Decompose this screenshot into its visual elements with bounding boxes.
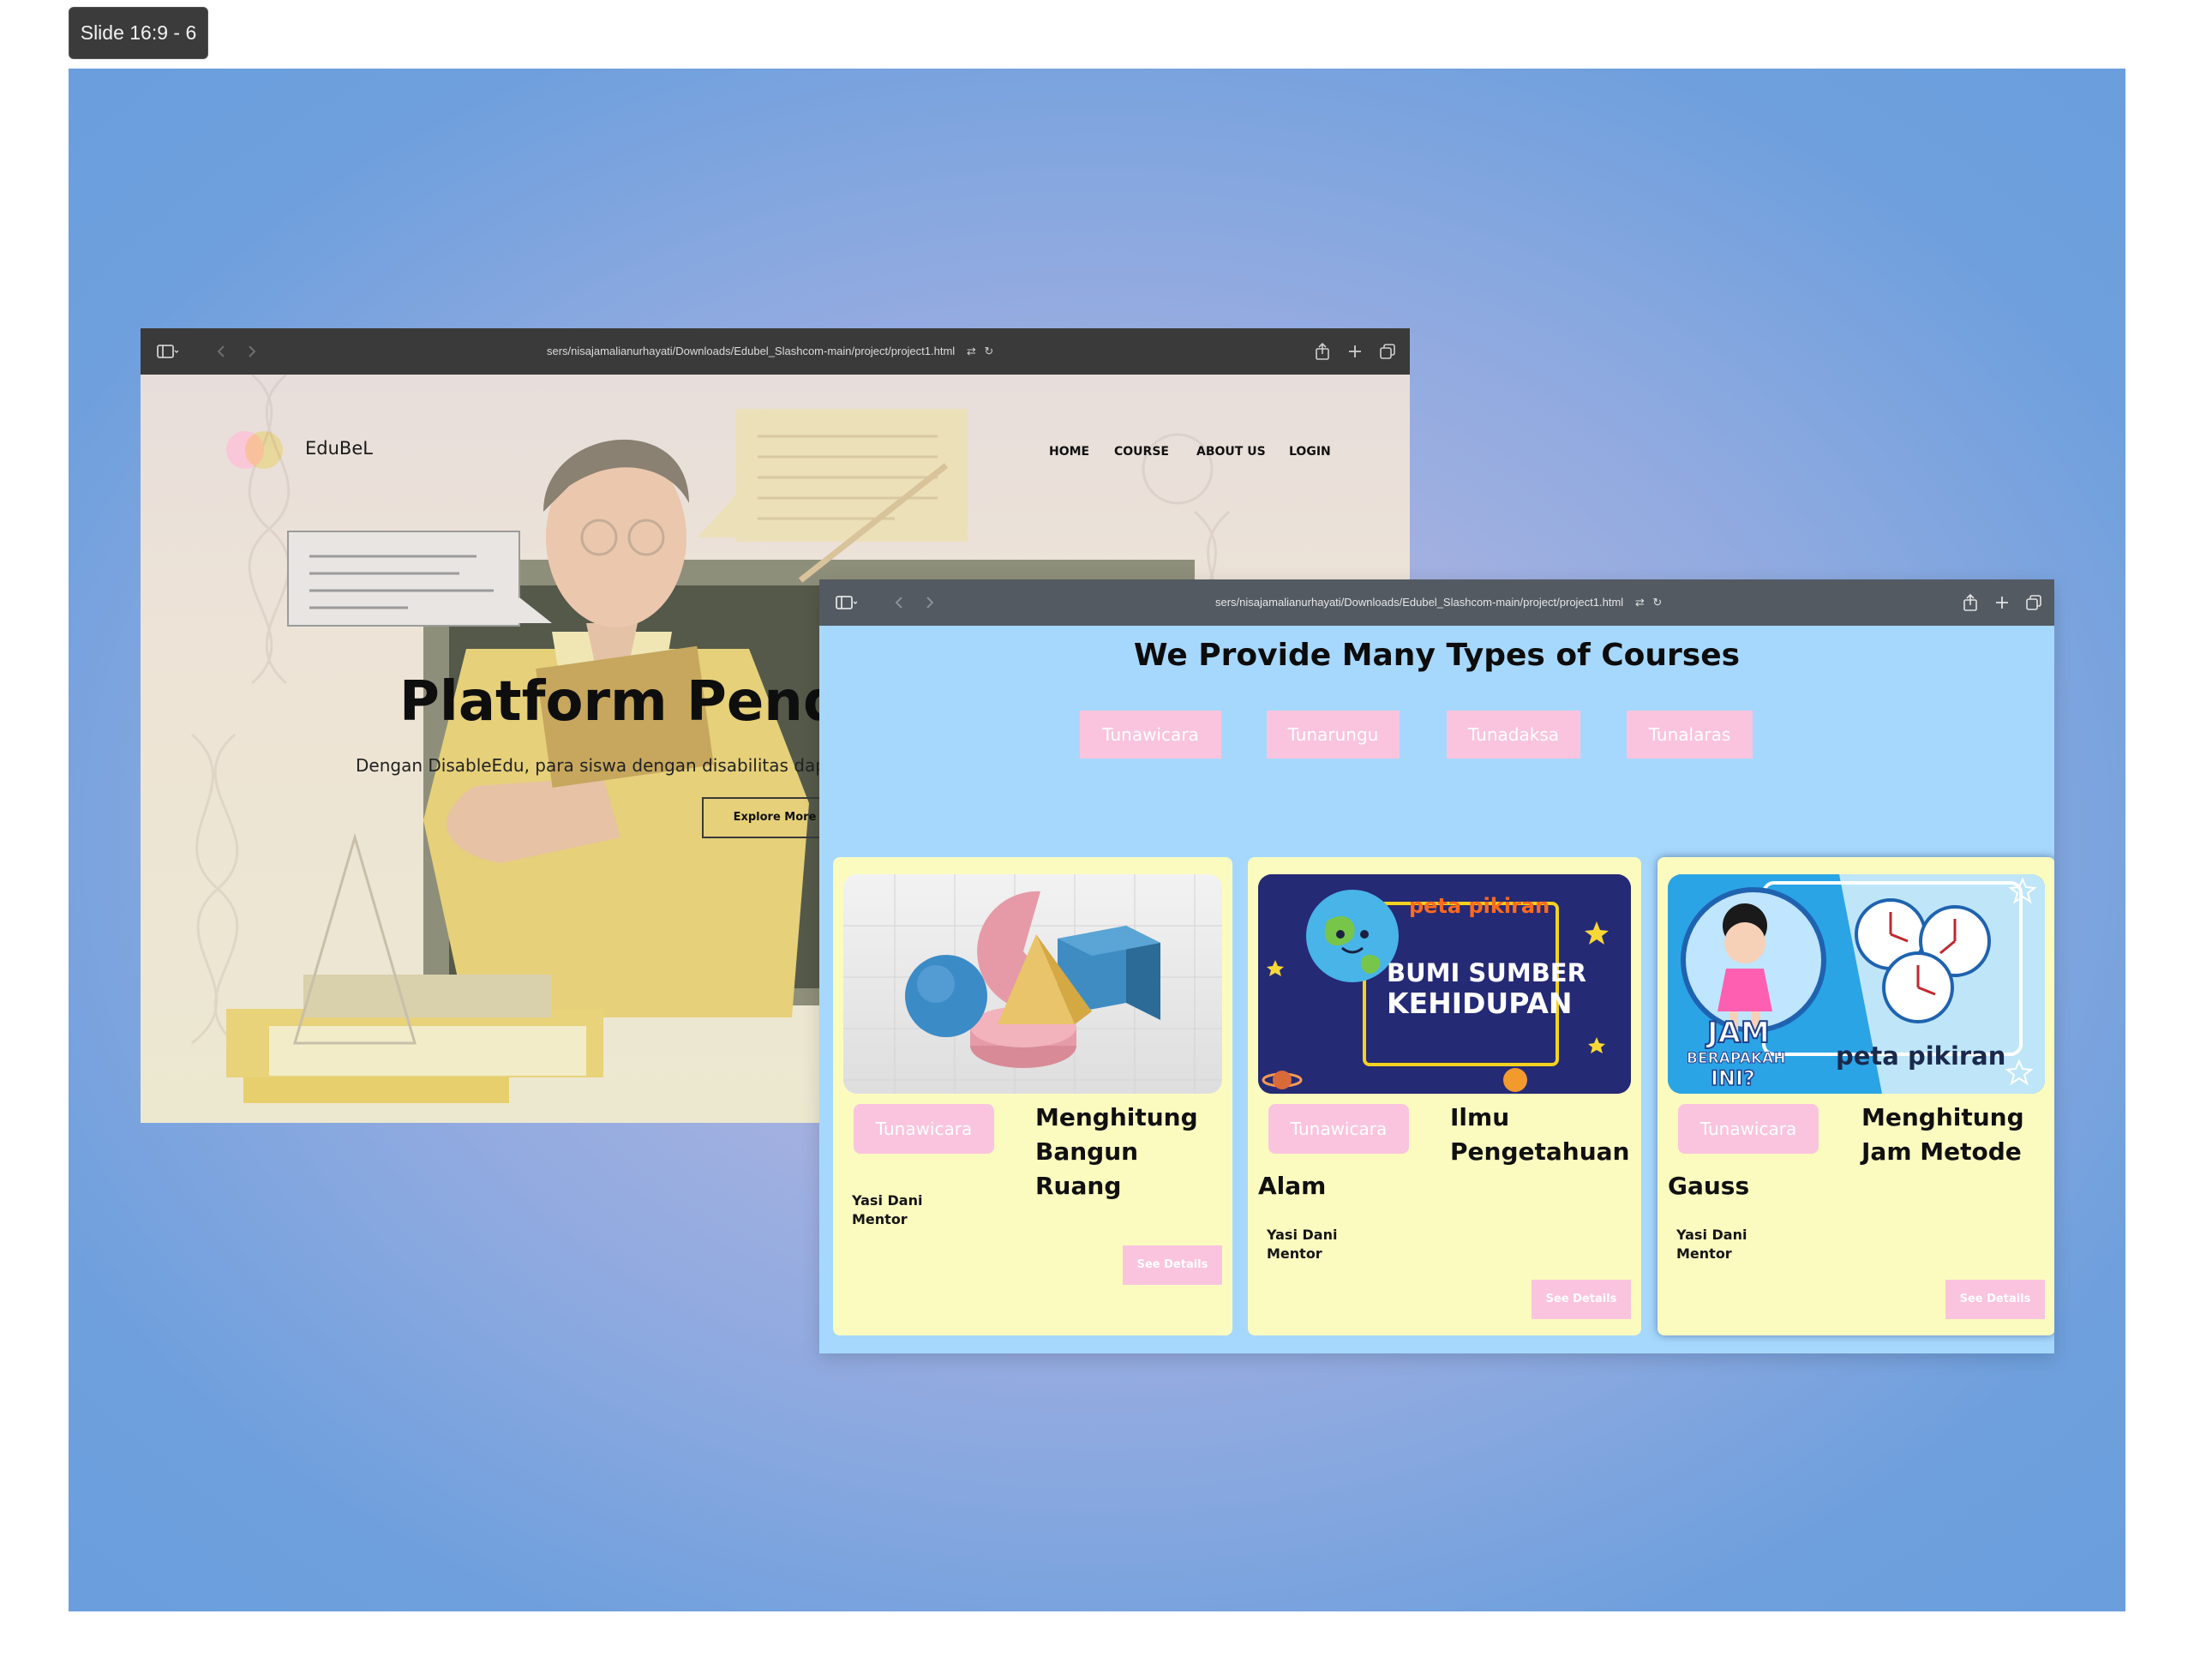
course-title-line: Jam Metode bbox=[1861, 1137, 2022, 1166]
reload-icon[interactable]: ↻ bbox=[1652, 596, 1662, 609]
hero-subtitle: Dengan DisableEdu, para siswa dengan dis… bbox=[356, 755, 844, 776]
mentor-role: Mentor bbox=[1267, 1245, 1322, 1262]
course-title-line: Ilmu bbox=[1450, 1103, 1510, 1131]
thumb-brand: peta pikiran bbox=[1409, 894, 1550, 918]
mentor-role: Mentor bbox=[1676, 1245, 1732, 1262]
sidebar-toggle-icon[interactable] bbox=[156, 340, 178, 363]
course-thumbnail-earth: peta pikiran BUMI SUMBER KEHIDUPAN bbox=[1258, 874, 1631, 1094]
browser-toolbar: sers/nisajamalianurhayati/Downloads/Edub… bbox=[819, 579, 2054, 626]
thumb-heading-1: JAM bbox=[1705, 1016, 1770, 1050]
category-tab-tunadaksa[interactable]: Tunadaksa bbox=[1447, 711, 1580, 759]
share-icon[interactable] bbox=[1311, 340, 1334, 363]
thumb-heading-3: INI? bbox=[1711, 1066, 1755, 1090]
browser-toolbar: sers/nisajamalianurhayati/Downloads/Edub… bbox=[141, 328, 1410, 375]
category-tab-tunarungu[interactable]: Tunarungu bbox=[1267, 711, 1400, 759]
course-title-line: Gauss bbox=[1668, 1172, 1750, 1200]
course-title: Menghitung Jam Metode bbox=[1861, 1101, 2024, 1169]
share-icon[interactable] bbox=[1959, 591, 1981, 614]
new-tab-icon[interactable] bbox=[1991, 591, 2013, 614]
mentor-info: Yasi Dani Mentor bbox=[1676, 1226, 1747, 1263]
new-tab-icon[interactable] bbox=[1344, 340, 1366, 363]
course-card[interactable]: peta pikiran BUMI SUMBER KEHIDUPAN Tunaw… bbox=[1248, 857, 1641, 1335]
nav-course[interactable]: COURSE bbox=[1114, 445, 1169, 459]
browser-window-front: sers/nisajamalianurhayati/Downloads/Edub… bbox=[819, 579, 2054, 1353]
see-details-button[interactable]: See Details bbox=[1123, 1245, 1222, 1285]
course-title: Ilmu Pengetahuan bbox=[1450, 1101, 1629, 1169]
mentor-name: Yasi Dani bbox=[1267, 1227, 1338, 1243]
mentor-info: Yasi Dani Mentor bbox=[1267, 1226, 1337, 1263]
thumb-heading-2: BERAPAKAH bbox=[1687, 1050, 1785, 1067]
address-bar[interactable]: sers/nisajamalianurhayati/Downloads/Edub… bbox=[518, 338, 1049, 365]
reload-icon[interactable]: ↻ bbox=[984, 345, 993, 357]
tab-overview-icon[interactable] bbox=[1376, 340, 1399, 363]
course-title-line: Pengetahuan bbox=[1450, 1137, 1630, 1166]
address-bar-url: sers/nisajamalianurhayati/Downloads/Edub… bbox=[547, 345, 956, 357]
mentor-name: Yasi Dani bbox=[852, 1192, 923, 1209]
address-bar[interactable]: sers/nisajamalianurhayati/Downloads/Edub… bbox=[1186, 589, 1683, 616]
nav-login[interactable]: LOGIN bbox=[1289, 445, 1331, 459]
logo-circle-yellow bbox=[245, 431, 283, 469]
forward-arrow-icon[interactable] bbox=[919, 591, 941, 614]
back-arrow-icon[interactable] bbox=[210, 340, 232, 363]
slide-label[interactable]: Slide 16:9 - 6 bbox=[69, 7, 208, 59]
course-card[interactable]: JAM BERAPAKAH INI? peta pikiran Tunawica… bbox=[1657, 857, 2054, 1335]
tab-overview-icon[interactable] bbox=[2023, 591, 2045, 614]
course-title: Menghitung Bangun Ruang bbox=[1035, 1101, 1232, 1203]
course-thumbnail-shapes bbox=[843, 874, 1222, 1094]
sidebar-toggle-icon[interactable] bbox=[835, 591, 857, 614]
mentor-info: Yasi Dani Mentor bbox=[852, 1191, 922, 1229]
course-tag[interactable]: Tunawicara bbox=[854, 1104, 994, 1154]
mentor-role: Mentor bbox=[852, 1211, 908, 1227]
category-tab-tunawicara[interactable]: Tunawicara bbox=[1080, 711, 1221, 759]
address-bar-url: sers/nisajamalianurhayati/Downloads/Edub… bbox=[1215, 596, 1624, 609]
thumb-heading-2: KEHIDUPAN bbox=[1387, 987, 1573, 1020]
thumb-heading-1: BUMI SUMBER bbox=[1387, 958, 1586, 987]
logo-text[interactable]: EduBeL bbox=[305, 438, 373, 459]
course-card[interactable]: Tunawicara Menghitung Bangun Ruang Yasi … bbox=[833, 857, 1232, 1335]
see-details-button[interactable]: See Details bbox=[1945, 1280, 2045, 1319]
translate-icon[interactable]: ⇄ bbox=[967, 345, 976, 357]
nav-home[interactable]: HOME bbox=[1049, 445, 1089, 459]
forward-arrow-icon[interactable] bbox=[241, 340, 263, 363]
course-tag[interactable]: Tunawicara bbox=[1268, 1104, 1409, 1154]
course-title-line: Menghitung bbox=[1861, 1103, 2024, 1131]
category-tab-tunalaras[interactable]: Tunalaras bbox=[1627, 711, 1753, 759]
course-tag[interactable]: Tunawicara bbox=[1678, 1104, 1819, 1154]
course-title-line: Bangun Ruang bbox=[1035, 1137, 1139, 1200]
translate-icon[interactable]: ⇄ bbox=[1635, 596, 1645, 609]
see-details-button[interactable]: See Details bbox=[1532, 1280, 1631, 1319]
course-thumbnail-clock: JAM BERAPAKAH INI? peta pikiran bbox=[1668, 874, 2045, 1094]
nav-about-us[interactable]: ABOUT US bbox=[1196, 445, 1266, 459]
course-title-line: Menghitung bbox=[1035, 1103, 1198, 1131]
thumb-brand: peta pikiran bbox=[1836, 1041, 2005, 1071]
back-arrow-icon[interactable] bbox=[888, 591, 910, 614]
course-title-line: Alam bbox=[1258, 1172, 1327, 1200]
section-title: We Provide Many Types of Courses bbox=[1133, 638, 1741, 673]
mentor-name: Yasi Dani bbox=[1676, 1227, 1747, 1243]
artboard: sers/nisajamalianurhayati/Downloads/Edub… bbox=[69, 69, 2125, 1611]
